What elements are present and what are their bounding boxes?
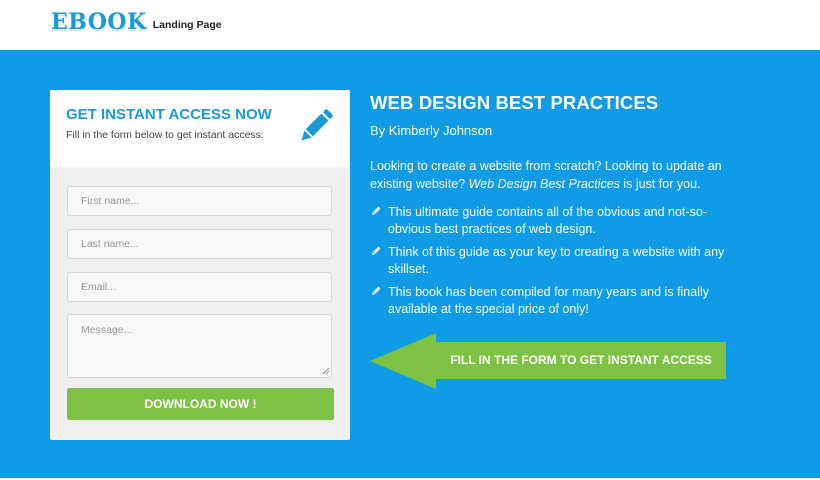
cta-arrow-label: FILL IN THE FORM TO GET INSTANT ACCESS bbox=[450, 353, 712, 367]
logo-text: EBOOK bbox=[51, 9, 147, 35]
pencil-icon bbox=[371, 206, 381, 216]
page: EBOOK Landing Page GET INSTANT ACCESS NO… bbox=[0, 0, 820, 480]
form-title: GET INSTANT ACCESS NOW bbox=[66, 106, 272, 123]
list-item-text: This ultimate guide contains all of the … bbox=[388, 205, 707, 236]
intro-text-end: is just for you. bbox=[619, 177, 701, 191]
form-header: GET INSTANT ACCESS NOW Fill in the form … bbox=[50, 90, 350, 167]
form-subtitle: Fill in the form below to get instant ac… bbox=[66, 129, 264, 141]
last-name-field[interactable] bbox=[67, 229, 332, 259]
intro-book-name: Web Design Best Practices bbox=[468, 177, 620, 191]
first-name-field[interactable] bbox=[67, 186, 332, 216]
pencil-icon bbox=[371, 246, 381, 256]
list-item: This book has been compiled for many yea… bbox=[370, 284, 750, 318]
book-title: WEB DESIGN BEST PRACTICES bbox=[370, 92, 659, 113]
site-header: EBOOK Landing Page bbox=[0, 0, 820, 50]
list-item: Think of this guide as your key to creat… bbox=[370, 244, 750, 278]
list-item-text: Think of this guide as your key to creat… bbox=[388, 245, 725, 276]
resize-grip-icon[interactable] bbox=[322, 367, 330, 375]
message-field[interactable] bbox=[67, 314, 332, 378]
author-byline: By Kimberly Johnson bbox=[370, 123, 493, 138]
email-field[interactable] bbox=[67, 272, 332, 302]
list-item: This ultimate guide contains all of the … bbox=[370, 204, 750, 238]
logo[interactable]: EBOOK Landing Page bbox=[51, 11, 222, 33]
pencil-icon bbox=[301, 109, 333, 141]
feature-list: This ultimate guide contains all of the … bbox=[370, 204, 750, 324]
pencil-icon bbox=[371, 286, 381, 296]
download-now-button[interactable]: DOWNLOAD NOW ! bbox=[67, 388, 334, 420]
signup-form-panel: GET INSTANT ACCESS NOW Fill in the form … bbox=[50, 90, 350, 440]
list-item-text: This book has been compiled for many yea… bbox=[388, 285, 709, 316]
intro-paragraph: Looking to create a website from scratch… bbox=[370, 157, 750, 193]
logo-subtitle: Landing Page bbox=[152, 19, 222, 31]
